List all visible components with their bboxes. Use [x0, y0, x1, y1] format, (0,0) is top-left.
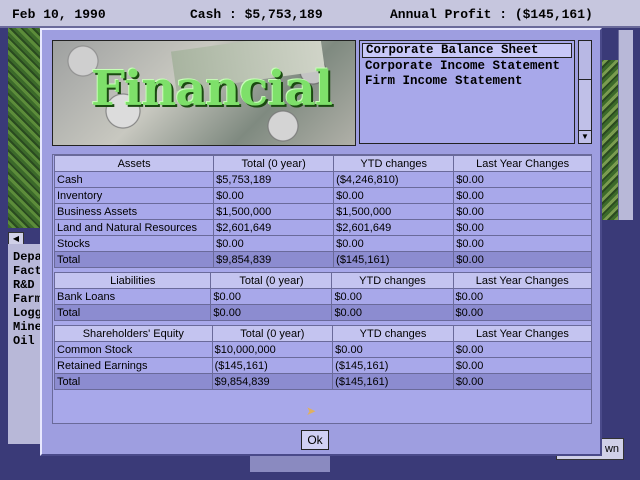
cash-readout: Cash : $5,753,189 [190, 7, 323, 22]
ytd-cell: $1,500,000 [333, 203, 455, 220]
background-bottom-bar [250, 454, 330, 472]
map-view[interactable] [8, 28, 42, 228]
total-cell: $5,753,189 [213, 171, 335, 188]
last-year-cell: $0.00 [452, 304, 593, 321]
column-header: Total (0 year) [213, 155, 335, 172]
total-cell: $0.00 [210, 304, 333, 321]
row-label: Common Stock [54, 341, 213, 358]
last-year-cell: $0.00 [453, 187, 592, 204]
table-row: Bank Loans $0.00 $0.00 $0.00 [53, 288, 593, 305]
row-label: Cash [53, 171, 215, 188]
table-row: Stocks $0.00 $0.00 $0.00 [53, 235, 592, 252]
total-cell: $9,854,839 [213, 251, 335, 268]
equity-table: Shareholders' Equity Total (0 year) YTD … [54, 325, 593, 390]
ytd-cell: $0.00 [333, 187, 455, 204]
ytd-cell: ($145,161) [332, 357, 454, 374]
table-row: Land and Natural Resources $2,601,649 $2… [53, 219, 592, 236]
row-label: Inventory [53, 187, 215, 204]
row-label: Total [53, 251, 215, 268]
liabilities-table: Liabilities Total (0 year) YTD changes L… [53, 272, 593, 321]
total-cell: $10,000,000 [211, 341, 334, 358]
table-row: Retained Earnings ($145,161) ($145,161) … [54, 357, 593, 374]
column-header: Total (0 year) [211, 325, 334, 342]
scroll-thumb[interactable] [579, 41, 591, 80]
ytd-cell: $0.00 [331, 304, 454, 321]
ytd-cell: $0.00 [333, 235, 455, 252]
table-row: Inventory $0.00 $0.00 $0.00 [53, 187, 592, 204]
last-year-cell: $0.00 [453, 235, 592, 252]
ytd-cell: $2,601,649 [333, 219, 455, 236]
game-date: Feb 10, 1990 [12, 7, 106, 22]
total-cell: $0.00 [210, 288, 333, 305]
status-bar: Feb 10, 1990 Cash : $5,753,189 Annual Pr… [0, 0, 640, 28]
last-year-cell: $0.00 [453, 171, 592, 188]
balance-sheet-area: Assets Total (0 year) YTD changes Last Y… [52, 154, 593, 424]
column-header: Total (0 year) [210, 272, 333, 289]
menu-item-firm-income-statement[interactable]: Firm Income Statement [362, 75, 572, 88]
row-label: Retained Earnings [54, 357, 213, 374]
table-row: Common Stock $10,000,000 $0.00 $0.00 [54, 341, 593, 358]
total-cell: $2,601,649 [213, 219, 335, 236]
row-label: Land and Natural Resources [53, 219, 215, 236]
ytd-cell: $0.00 [331, 288, 454, 305]
banner-title: Financial [91, 61, 333, 117]
column-header: YTD changes [333, 155, 455, 172]
mouse-cursor-icon: ➤ [306, 404, 317, 418]
table-row: Cash $5,753,189 ($4,246,810) $0.00 [53, 171, 592, 188]
row-label: Total [54, 373, 213, 390]
total-cell: $0.00 [213, 187, 335, 204]
column-header: Last Year Changes [452, 325, 593, 342]
ytd-cell: ($145,161) [332, 373, 454, 390]
annual-profit-readout: Annual Profit : ($145,161) [390, 7, 593, 22]
column-header: YTD changes [332, 325, 454, 342]
total-row: Total $9,854,839 ($145,161) $0.00 [53, 251, 592, 268]
last-year-cell: $0.00 [452, 373, 593, 390]
menu-scrollbar[interactable]: ▼ [578, 40, 592, 144]
column-header: Liabilities [53, 272, 212, 289]
report-menu: Corporate Balance Sheet Corporate Income… [359, 40, 575, 144]
last-year-cell: $0.00 [452, 341, 593, 358]
map-view-right[interactable] [600, 60, 618, 220]
menu-item-corporate-income-statement[interactable]: Corporate Income Statement [362, 60, 572, 73]
row-label: Stocks [53, 235, 215, 252]
menu-item-corporate-balance-sheet[interactable]: Corporate Balance Sheet [362, 43, 572, 58]
financial-banner: Financial [52, 40, 356, 146]
column-header: Last Year Changes [452, 272, 593, 289]
ytd-cell: $0.00 [332, 341, 454, 358]
total-cell: $9,854,839 [211, 373, 334, 390]
last-year-cell: $0.00 [453, 251, 592, 268]
financial-dialog: Financial Corporate Balance Sheet Corpor… [40, 28, 602, 456]
total-cell: $1,500,000 [213, 203, 335, 220]
column-header: Last Year Changes [453, 155, 592, 172]
last-year-cell: $0.00 [453, 219, 592, 236]
row-label: Bank Loans [53, 288, 212, 305]
last-year-cell: $0.00 [452, 357, 593, 374]
row-label: Total [53, 304, 212, 321]
total-row: Total $0.00 $0.00 $0.00 [53, 304, 593, 321]
column-header: YTD changes [331, 272, 454, 289]
column-header: Shareholders' Equity [54, 325, 213, 342]
ytd-cell: ($145,161) [333, 251, 455, 268]
total-cell: $0.00 [213, 235, 335, 252]
total-row: Total $9,854,839 ($145,161) $0.00 [54, 373, 593, 390]
last-year-cell: $0.00 [452, 288, 593, 305]
row-label: Business Assets [53, 203, 215, 220]
last-year-cell: $0.00 [453, 203, 592, 220]
column-header: Assets [53, 155, 215, 172]
total-cell: ($145,161) [211, 357, 334, 374]
background-scrollbar[interactable] [618, 30, 633, 220]
scroll-down-arrow-icon[interactable]: ▼ [579, 130, 591, 143]
ytd-cell: ($4,246,810) [333, 171, 455, 188]
ok-button[interactable]: Ok [301, 430, 329, 450]
assets-table: Assets Total (0 year) YTD changes Last Y… [53, 155, 592, 268]
table-row: Business Assets $1,500,000 $1,500,000 $0… [53, 203, 592, 220]
